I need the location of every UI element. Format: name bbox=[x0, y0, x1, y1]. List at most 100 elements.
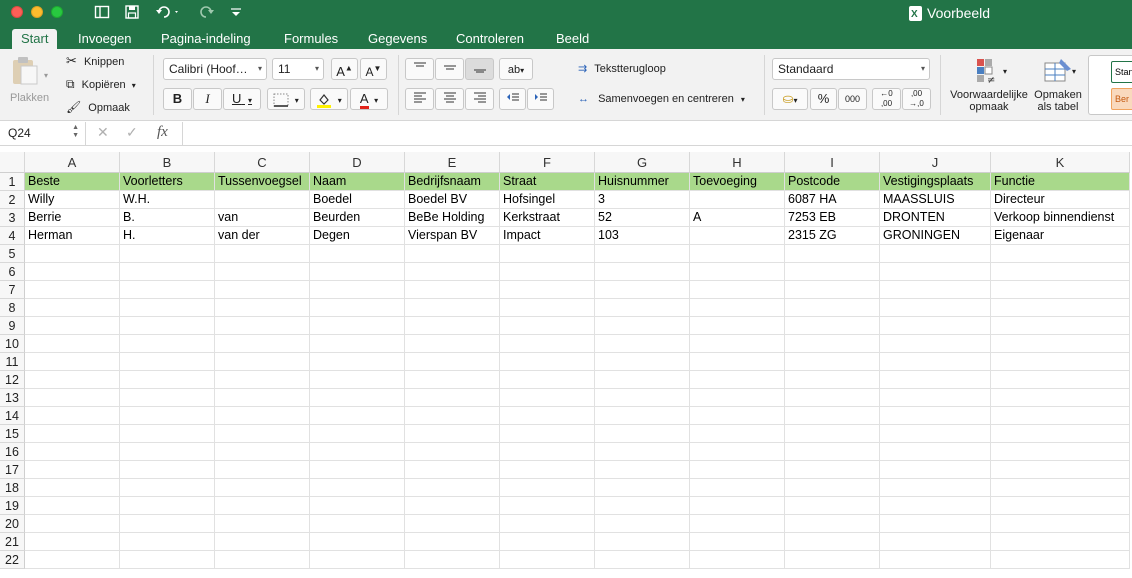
close-window-button[interactable] bbox=[11, 6, 23, 18]
cell-k3[interactable]: Verkoop binnendienst bbox=[991, 209, 1130, 227]
cell-d1[interactable]: Naam bbox=[310, 173, 405, 191]
cell-b22[interactable] bbox=[120, 551, 215, 569]
cell-d6[interactable] bbox=[310, 263, 405, 281]
cell-j17[interactable] bbox=[880, 461, 991, 479]
column-header-e[interactable]: E bbox=[405, 152, 500, 173]
cell-j9[interactable] bbox=[880, 317, 991, 335]
cell-d8[interactable] bbox=[310, 299, 405, 317]
name-box-spinner-icon[interactable]: ▲ ▼ bbox=[72, 124, 79, 140]
cell-a11[interactable] bbox=[25, 353, 120, 371]
paste-dropdown-caret[interactable]: ▾ bbox=[44, 69, 48, 83]
row-header-13[interactable]: 13 bbox=[0, 389, 25, 407]
cell-f3[interactable]: Kerkstraat bbox=[500, 209, 595, 227]
cell-e20[interactable] bbox=[405, 515, 500, 533]
cell-g6[interactable] bbox=[595, 263, 690, 281]
row-header-14[interactable]: 14 bbox=[0, 407, 25, 425]
cell-f22[interactable] bbox=[500, 551, 595, 569]
cell-k4[interactable]: Eigenaar bbox=[991, 227, 1130, 245]
cell-e2[interactable]: Boedel BV bbox=[405, 191, 500, 209]
cell-d19[interactable] bbox=[310, 497, 405, 515]
cell-g17[interactable] bbox=[595, 461, 690, 479]
cell-j11[interactable] bbox=[880, 353, 991, 371]
cell-g22[interactable] bbox=[595, 551, 690, 569]
cell-e3[interactable]: BeBe Holding bbox=[405, 209, 500, 227]
column-header-h[interactable]: H bbox=[690, 152, 785, 173]
cell-c8[interactable] bbox=[215, 299, 310, 317]
cell-b2[interactable]: W.H. bbox=[120, 191, 215, 209]
cell-j3[interactable]: DRONTEN bbox=[880, 209, 991, 227]
row-header-20[interactable]: 20 bbox=[0, 515, 25, 533]
cell-c21[interactable] bbox=[215, 533, 310, 551]
cell-e4[interactable]: Vierspan BV bbox=[405, 227, 500, 245]
cell-k7[interactable] bbox=[991, 281, 1130, 299]
cell-f16[interactable] bbox=[500, 443, 595, 461]
cell-k16[interactable] bbox=[991, 443, 1130, 461]
cell-d15[interactable] bbox=[310, 425, 405, 443]
cell-i2[interactable]: 6087 HA bbox=[785, 191, 880, 209]
cell-a17[interactable] bbox=[25, 461, 120, 479]
row-header-21[interactable]: 21 bbox=[0, 533, 25, 551]
select-all-corner[interactable] bbox=[0, 152, 25, 173]
tab-gegevens[interactable]: Gegevens bbox=[359, 29, 436, 49]
cell-c11[interactable] bbox=[215, 353, 310, 371]
cell-h4[interactable] bbox=[690, 227, 785, 245]
row-header-10[interactable]: 10 bbox=[0, 335, 25, 353]
cell-i10[interactable] bbox=[785, 335, 880, 353]
cell-b18[interactable] bbox=[120, 479, 215, 497]
cell-f11[interactable] bbox=[500, 353, 595, 371]
copy-button[interactable]: ⧉ Kopiëren ▾ bbox=[66, 77, 136, 93]
column-header-a[interactable]: A bbox=[25, 152, 120, 173]
cell-f13[interactable] bbox=[500, 389, 595, 407]
cell-j6[interactable] bbox=[880, 263, 991, 281]
increase-indent-button[interactable] bbox=[527, 88, 554, 110]
cell-c7[interactable] bbox=[215, 281, 310, 299]
cell-c14[interactable] bbox=[215, 407, 310, 425]
cell-e21[interactable] bbox=[405, 533, 500, 551]
cell-j1[interactable]: Vestigingsplaats bbox=[880, 173, 991, 191]
orientation-button[interactable]: ab▾ bbox=[499, 58, 533, 80]
cell-b15[interactable] bbox=[120, 425, 215, 443]
worksheet-grid[interactable]: A B C D E F G H I J K 1 Beste Voorletters Tussenvoegse… bbox=[0, 152, 1132, 578]
cell-g12[interactable] bbox=[595, 371, 690, 389]
font-color-button[interactable]: A ▾ bbox=[350, 88, 388, 110]
cell-f6[interactable] bbox=[500, 263, 595, 281]
cell-a22[interactable] bbox=[25, 551, 120, 569]
cell-g10[interactable] bbox=[595, 335, 690, 353]
cell-k12[interactable] bbox=[991, 371, 1130, 389]
row-header-3[interactable]: 3 bbox=[0, 209, 25, 227]
cell-g16[interactable] bbox=[595, 443, 690, 461]
cell-f10[interactable] bbox=[500, 335, 595, 353]
cell-k6[interactable] bbox=[991, 263, 1130, 281]
cell-g18[interactable] bbox=[595, 479, 690, 497]
cell-f15[interactable] bbox=[500, 425, 595, 443]
cell-d3[interactable]: Beurden bbox=[310, 209, 405, 227]
cell-h13[interactable] bbox=[690, 389, 785, 407]
cell-i19[interactable] bbox=[785, 497, 880, 515]
borders-button[interactable]: ▾ bbox=[267, 88, 305, 110]
cell-e10[interactable] bbox=[405, 335, 500, 353]
cell-a14[interactable] bbox=[25, 407, 120, 425]
decrease-decimal-button[interactable]: ,00 →,0 bbox=[902, 88, 931, 110]
cell-g19[interactable] bbox=[595, 497, 690, 515]
row-header-18[interactable]: 18 bbox=[0, 479, 25, 497]
cell-e8[interactable] bbox=[405, 299, 500, 317]
cell-h2[interactable] bbox=[690, 191, 785, 209]
cell-e14[interactable] bbox=[405, 407, 500, 425]
increase-decimal-button[interactable]: ←0,00 bbox=[872, 88, 901, 110]
cell-i11[interactable] bbox=[785, 353, 880, 371]
cell-j10[interactable] bbox=[880, 335, 991, 353]
cell-g20[interactable] bbox=[595, 515, 690, 533]
cell-f20[interactable] bbox=[500, 515, 595, 533]
cell-e18[interactable] bbox=[405, 479, 500, 497]
cell-d14[interactable] bbox=[310, 407, 405, 425]
row-header-12[interactable]: 12 bbox=[0, 371, 25, 389]
cell-e1[interactable]: Bedrijfsnaam bbox=[405, 173, 500, 191]
cell-a9[interactable] bbox=[25, 317, 120, 335]
cell-d7[interactable] bbox=[310, 281, 405, 299]
increase-font-size-button[interactable]: A▲ bbox=[331, 58, 358, 80]
cell-f9[interactable] bbox=[500, 317, 595, 335]
cell-h15[interactable] bbox=[690, 425, 785, 443]
undo-icon[interactable] bbox=[155, 4, 181, 24]
cell-f12[interactable] bbox=[500, 371, 595, 389]
sidebar-toggle-icon[interactable] bbox=[94, 4, 110, 24]
